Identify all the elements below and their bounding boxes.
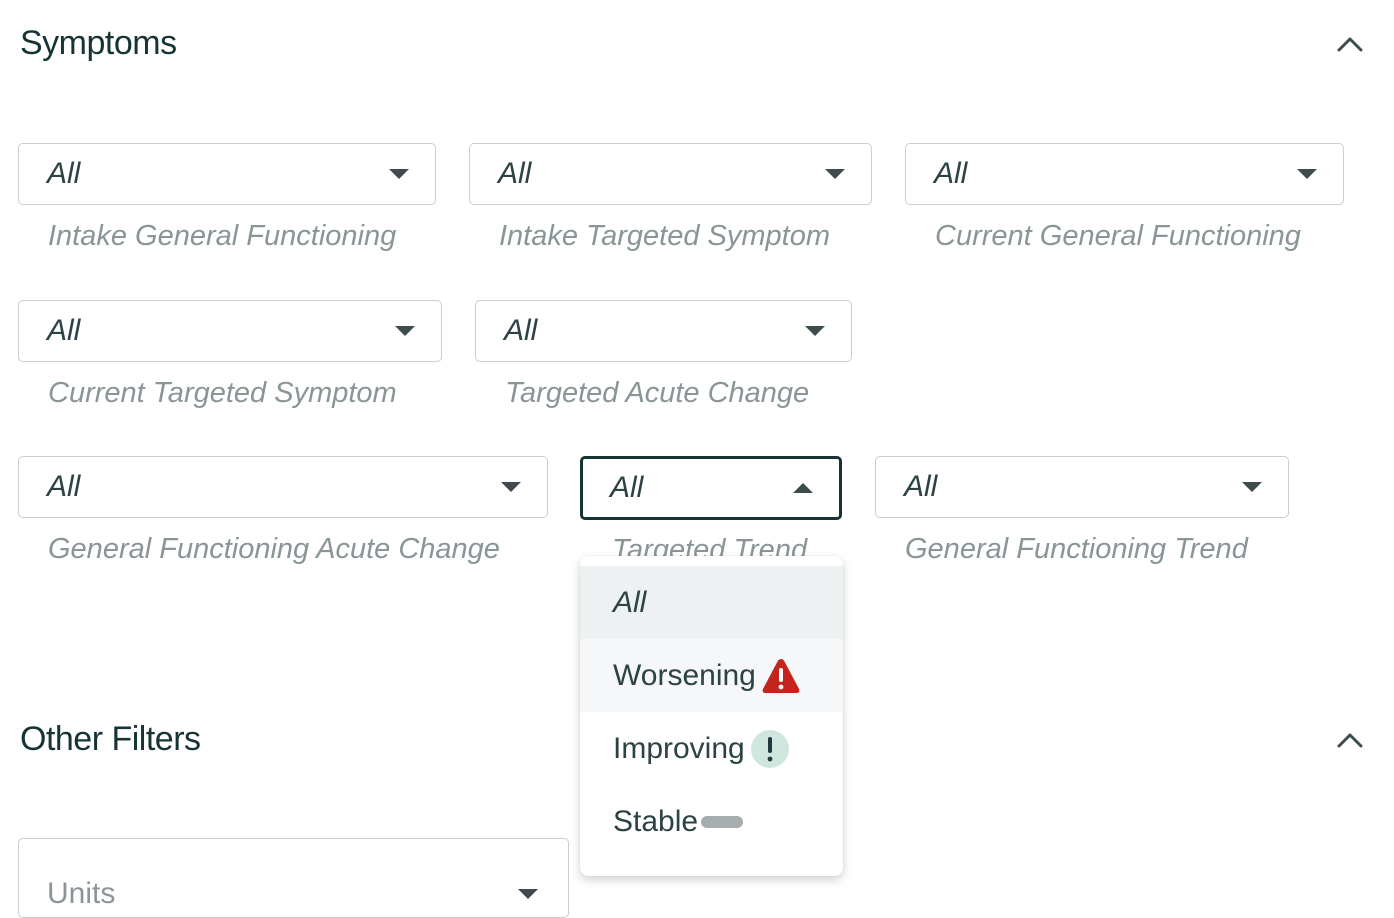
menu-option-worsening[interactable]: Worsening bbox=[580, 639, 843, 712]
menu-option-label: Improving bbox=[613, 731, 745, 765]
menu-option-label: Worsening bbox=[613, 658, 756, 692]
dash-pill-icon bbox=[700, 814, 744, 830]
intake-general-functioning-label: Intake General Functioning bbox=[48, 220, 397, 252]
current-general-functioning-select[interactable]: All bbox=[905, 143, 1344, 205]
menu-option-label: Stable bbox=[613, 804, 699, 838]
menu-option-improving[interactable]: Improving bbox=[580, 712, 843, 785]
select-value: All bbox=[47, 314, 81, 347]
general-functioning-trend-select[interactable]: All bbox=[875, 456, 1289, 518]
intake-targeted-symptom-label: Intake Targeted Symptom bbox=[499, 220, 830, 252]
intake-general-functioning-select[interactable]: All bbox=[18, 143, 436, 205]
select-value: All bbox=[934, 157, 968, 190]
current-general-functioning-label: Current General Functioning bbox=[935, 220, 1301, 252]
intake-targeted-symptom-select[interactable]: All bbox=[469, 143, 872, 205]
targeted-acute-change-label: Targeted Acute Change bbox=[505, 377, 810, 409]
caret-down-icon bbox=[1242, 482, 1262, 492]
symptoms-collapse-button[interactable] bbox=[1332, 26, 1368, 62]
symptoms-title: Symptoms bbox=[20, 24, 177, 62]
general-functioning-trend-label: General Functioning Trend bbox=[905, 533, 1248, 565]
units-placeholder: Units bbox=[47, 877, 116, 910]
caret-up-icon bbox=[793, 483, 813, 493]
menu-option-all[interactable]: All bbox=[580, 566, 843, 639]
caret-down-icon bbox=[389, 169, 409, 179]
other-filters-title: Other Filters bbox=[20, 720, 201, 758]
general-functioning-acute-change-select[interactable]: All bbox=[18, 456, 548, 518]
caret-down-icon bbox=[825, 169, 845, 179]
select-value: All bbox=[47, 157, 81, 190]
chevron-up-icon bbox=[1337, 37, 1363, 52]
select-value: All bbox=[47, 470, 81, 503]
other-filters-collapse-button[interactable] bbox=[1332, 722, 1368, 758]
select-value: All bbox=[504, 314, 538, 347]
targeted-acute-change-select[interactable]: All bbox=[475, 300, 852, 362]
menu-option-label: All bbox=[613, 585, 647, 619]
menu-option-stable[interactable]: Stable bbox=[580, 785, 843, 858]
caret-down-icon bbox=[501, 482, 521, 492]
current-targeted-symptom-select[interactable]: All bbox=[18, 300, 442, 362]
chevron-up-icon bbox=[1337, 733, 1363, 748]
targeted-trend-label: Targeted Trend bbox=[612, 534, 808, 556]
select-value: All bbox=[904, 470, 938, 503]
general-functioning-acute-change-label: General Functioning Acute Change bbox=[48, 533, 500, 565]
units-select[interactable]: Units bbox=[18, 838, 569, 918]
targeted-trend-menu: All Worsening Improving Stable bbox=[580, 556, 843, 876]
targeted-trend-select[interactable]: All bbox=[580, 456, 842, 520]
warning-triangle-icon bbox=[760, 656, 802, 696]
current-targeted-symptom-label: Current Targeted Symptom bbox=[48, 377, 397, 409]
select-value: All bbox=[498, 157, 532, 190]
caret-down-icon bbox=[395, 326, 415, 336]
targeted-trend-label-wrapper: Targeted Trend bbox=[612, 530, 842, 556]
exclamation-circle-icon bbox=[749, 728, 791, 770]
select-value: All bbox=[610, 471, 644, 504]
caret-down-icon bbox=[1297, 169, 1317, 179]
caret-down-icon bbox=[805, 326, 825, 336]
